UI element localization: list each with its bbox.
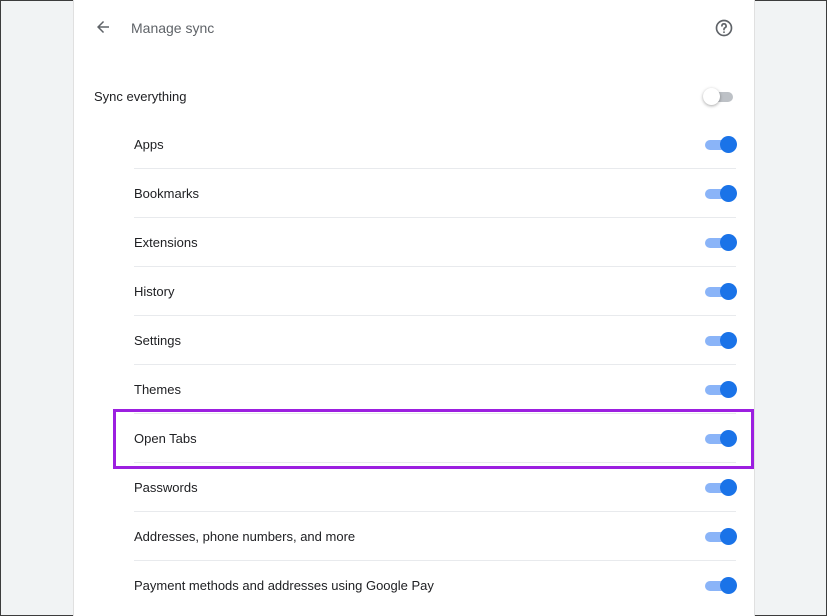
payment-methods-toggle[interactable] [704, 575, 737, 595]
extensions-toggle[interactable] [704, 232, 737, 252]
toggle-knob [720, 479, 737, 496]
addresses-toggle[interactable] [704, 526, 737, 546]
sync-item-passwords: Passwords [134, 462, 737, 511]
toggle-knob [720, 528, 737, 545]
back-arrow-icon[interactable] [94, 18, 112, 36]
sync-item-label: Payment methods and addresses using Goog… [134, 577, 434, 593]
sync-everything-label: Sync everything [94, 88, 187, 104]
apps-toggle[interactable] [704, 134, 737, 154]
sync-item-label: Open Tabs [134, 430, 197, 446]
sync-item-label: Settings [134, 332, 181, 348]
history-toggle[interactable] [704, 281, 737, 301]
sync-item-themes: Themes [134, 364, 737, 413]
sync-item-bookmarks: Bookmarks [134, 168, 737, 217]
sync-item-label: History [134, 283, 175, 299]
page-title: Manage sync [131, 20, 215, 36]
header: Manage sync [74, 0, 754, 56]
toggle-knob [703, 88, 720, 105]
sync-item-payment-methods: Payment methods and addresses using Goog… [134, 560, 737, 609]
themes-toggle[interactable] [704, 379, 737, 399]
sync-item-history: History [134, 266, 737, 315]
settings-toggle[interactable] [704, 330, 737, 350]
toggle-knob [720, 136, 737, 153]
toggle-knob [720, 332, 737, 349]
sync-item-extensions: Extensions [134, 217, 737, 266]
sync-item-label: Passwords [134, 479, 198, 495]
sync-item-settings: Settings [134, 315, 737, 364]
toggle-knob [720, 234, 737, 251]
settings-card: Manage sync Sync everything Apps Bookmar… [73, 0, 755, 616]
toggle-knob [720, 283, 737, 300]
sync-item-open-tabs: Open Tabs [134, 413, 737, 462]
help-icon[interactable] [714, 18, 734, 38]
sync-item-label: Bookmarks [134, 185, 200, 201]
passwords-toggle[interactable] [704, 477, 737, 497]
open-tabs-toggle[interactable] [704, 428, 737, 448]
sync-item-label: Addresses, phone numbers, and more [134, 528, 356, 544]
bookmarks-toggle[interactable] [704, 183, 737, 203]
sync-item-addresses: Addresses, phone numbers, and more [134, 511, 737, 560]
toggle-knob [720, 577, 737, 594]
sync-everything-toggle[interactable] [703, 86, 736, 106]
sync-item-label: Apps [134, 136, 164, 152]
toggle-knob [720, 381, 737, 398]
toggle-knob [720, 430, 737, 447]
sync-item-label: Themes [134, 381, 181, 397]
sync-everything-row: Sync everything [94, 72, 736, 120]
sync-item-label: Extensions [134, 234, 198, 250]
toggle-knob [720, 185, 737, 202]
sync-item-apps: Apps [134, 120, 737, 168]
